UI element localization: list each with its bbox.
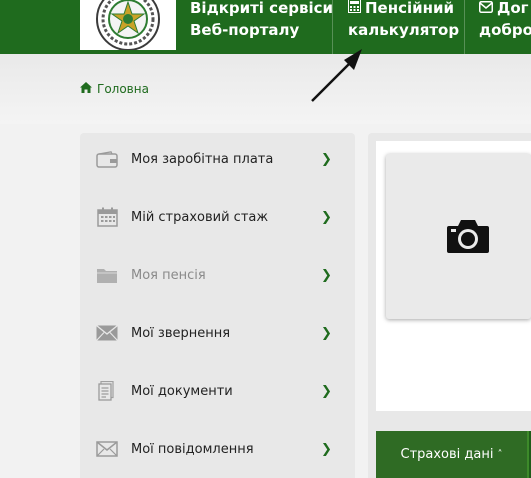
top-header: Відкриті сервіси Веб-порталу Пенсійний к… <box>0 0 531 54</box>
wallet-icon <box>96 149 118 169</box>
sidebar-item-insurance-record[interactable]: Мій страховий стаж ❯ <box>80 188 355 246</box>
chevron-right-icon: ❯ <box>321 383 332 399</box>
nav-contract-line1: Дог <box>497 0 529 17</box>
sidebar-item-label: Мої повідомлення <box>131 441 254 457</box>
chevron-right-icon: ❯ <box>321 267 332 283</box>
sidebar-item-documents[interactable]: Мої документи ❯ <box>80 362 355 420</box>
nav-contract-line2: добро <box>479 21 531 39</box>
breadcrumb: Головна <box>80 82 149 96</box>
sidebar-item-label: Моя пенсія <box>131 267 206 283</box>
chevron-right-icon: ❯ <box>321 325 332 341</box>
nav-pension-calculator-line2: калькулятор <box>348 21 460 39</box>
sidebar-item-appeals[interactable]: Мої звернення ❯ <box>80 304 355 362</box>
sidebar-item-label: Мої звернення <box>131 325 231 341</box>
sidebar-item-salary[interactable]: Моя заробітна плата ❯ <box>80 130 355 188</box>
nav-contract[interactable]: Дог добро <box>479 0 531 51</box>
nav-open-services-line2: Веб-порталу <box>190 21 300 39</box>
sidebar-item-label: Мій страховий стаж <box>131 209 269 225</box>
home-icon[interactable] <box>80 82 92 96</box>
calculator-icon <box>348 0 361 19</box>
camera-icon[interactable] <box>446 218 490 254</box>
sidebar-item-label: Моя заробітна плата <box>131 151 274 167</box>
mail-icon <box>96 439 118 459</box>
annotation-arrow-icon <box>311 49 362 102</box>
nav-pension-calculator-line1: Пенсійний <box>365 0 455 17</box>
nav-open-services-line1: Відкриті сервіси <box>190 0 334 17</box>
envelope-icon <box>96 323 118 343</box>
tab-insurance-data-label: Страхові дані <box>400 447 494 462</box>
sidebar-menu: Моя заробітна плата ❯ Мій страховий стаж… <box>80 133 355 478</box>
breadcrumb-home-link[interactable]: Головна <box>97 82 149 96</box>
document-icon <box>96 381 118 401</box>
envelope-icon <box>479 0 493 19</box>
folder-icon <box>96 265 118 285</box>
nav-divider <box>464 0 465 54</box>
chevron-right-icon: ❯ <box>321 151 332 167</box>
tab-insurance-data[interactable]: Страхові дані ˄ <box>376 431 531 478</box>
chevron-right-icon: ❯ <box>321 209 332 225</box>
sidebar-item-pension[interactable]: Моя пенсія ❯ <box>80 246 355 304</box>
site-logo[interactable] <box>80 0 176 50</box>
chevron-right-icon: ❯ <box>321 441 332 457</box>
sidebar-item-label: Мої документи <box>131 383 233 399</box>
sidebar-item-messages[interactable]: Мої повідомлення ❯ <box>80 420 355 478</box>
calendar-icon <box>96 207 118 227</box>
emblem-icon <box>96 0 160 50</box>
chevron-up-icon: ˄ <box>497 449 503 460</box>
